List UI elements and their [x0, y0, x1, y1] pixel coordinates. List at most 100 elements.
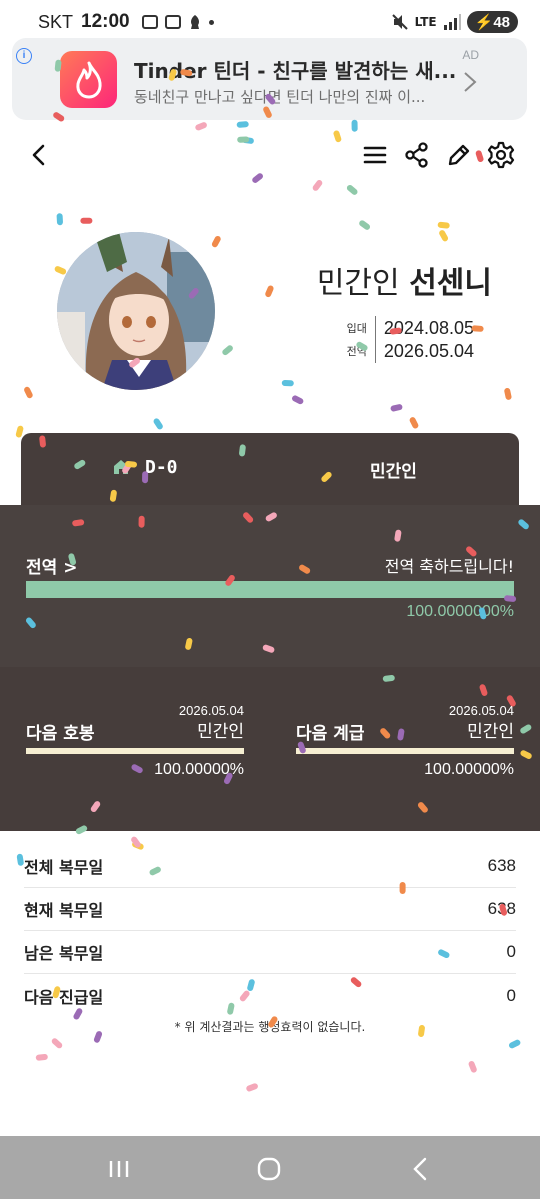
- stat-label: 남은 복무일: [24, 944, 104, 963]
- screenshot-notification-icon: [164, 15, 181, 29]
- confetti-piece: [475, 150, 484, 163]
- confetti-piece: [346, 184, 358, 195]
- stat-value: 638: [487, 899, 516, 918]
- stat-label: 현재 복무일: [24, 901, 104, 920]
- navigation-bar: [0, 1136, 540, 1199]
- ad-info-icon[interactable]: i: [16, 48, 32, 64]
- menu-icon[interactable]: [360, 140, 390, 170]
- home-circle-icon[interactable]: [256, 1156, 282, 1182]
- discharge-progress-fill: [26, 581, 514, 598]
- confetti-piece: [292, 395, 304, 405]
- system-icons: LTE ⚡48: [391, 11, 518, 33]
- share-icon[interactable]: [402, 140, 432, 170]
- ad-tag: AD: [462, 48, 479, 62]
- next-rank-rank: 민간인: [467, 722, 514, 742]
- stat-label: 다음 진급일: [24, 987, 104, 1007]
- next-rank-progress-fill: [296, 748, 514, 754]
- stat-row-remaining-days: 남은 복무일 0: [24, 931, 516, 974]
- next-pay-rank: 민간인: [197, 722, 244, 742]
- gear-icon[interactable]: [486, 140, 516, 170]
- next-pay-date: 2026.05.04: [178, 703, 244, 718]
- back-icon[interactable]: [408, 1156, 434, 1182]
- next-pay-progress-bar: [26, 748, 244, 754]
- ad-description[interactable]: 동네친구 만나고 싶다면 틴더 나만의 진짜 이...: [134, 86, 425, 107]
- confetti-piece: [312, 180, 323, 191]
- enlist-label: 입대: [346, 322, 367, 335]
- avatar[interactable]: [57, 232, 215, 390]
- confetti-piece: [51, 1038, 63, 1049]
- confetti-piece: [390, 404, 403, 412]
- dday-count: D-0: [145, 457, 178, 478]
- discharge-link[interactable]: 전역 >: [26, 553, 77, 578]
- gallery-notification-icon: [141, 15, 158, 29]
- confetti-piece: [236, 121, 249, 128]
- profile-name: 민간인 선센니: [317, 258, 492, 302]
- stat-value: 0: [506, 942, 516, 961]
- confetti-piece: [237, 136, 250, 143]
- current-rank: 민간인: [370, 462, 417, 482]
- avatar-image: [57, 232, 215, 390]
- confetti-piece: [252, 173, 263, 183]
- next-pay-title: 다음 호봉: [26, 724, 95, 744]
- confetti-piece: [351, 119, 358, 132]
- stat-value: 0: [506, 985, 516, 1005]
- stat-value: 638: [487, 856, 516, 875]
- confetti-piece: [153, 418, 163, 430]
- confetti-piece: [333, 130, 342, 143]
- battery-indicator: ⚡48: [466, 11, 518, 33]
- profile-rank-prefix: 민간인: [316, 266, 400, 301]
- clock: 12:00: [81, 11, 130, 32]
- confetti-piece: [24, 386, 33, 399]
- carrier-label: SKT: [38, 11, 74, 32]
- next-rank-title: 다음 계급: [296, 724, 365, 744]
- next-rank-percent: 100.00000%: [424, 761, 514, 778]
- disclaimer-note: * 위 계산결과는 행정효력이 없습니다.: [174, 1020, 366, 1034]
- promotion-panel: 2026.05.04 다음 호봉 민간인 100.00000% 2026.05.…: [0, 667, 540, 831]
- discharge-date-row: 전역 2026.05.04: [347, 339, 474, 363]
- confetti-piece: [241, 136, 254, 144]
- confetti-piece: [468, 1061, 477, 1073]
- confetti-piece: [439, 230, 449, 242]
- discharge-message: 전역 축하드립니다!: [384, 557, 514, 576]
- pencil-icon[interactable]: [444, 140, 474, 170]
- confetti-piece: [35, 1053, 48, 1061]
- recent-apps-icon[interactable]: [106, 1156, 132, 1182]
- stat-row-next-promotion: 다음 진급일 0: [24, 974, 516, 1017]
- ad-title[interactable]: Tinder 틴더 - 친구를 발견하는 새...: [134, 55, 456, 84]
- confetti-piece: [56, 213, 63, 226]
- app-notification-icon: [190, 15, 199, 29]
- stat-row-total-days: 전체 복무일 638: [24, 845, 516, 888]
- divider: [374, 316, 376, 340]
- divider: [374, 339, 376, 363]
- confetti-piece: [409, 417, 419, 429]
- discharge-label: 전역: [346, 345, 367, 358]
- tinder-logo-icon: [60, 51, 117, 108]
- more-notifications-dot: [208, 19, 214, 25]
- stat-label: 전체 복무일: [24, 858, 104, 877]
- ad-banner[interactable]: i Tinder 틴더 - 친구를 발견하는 새... 동네친구 만나고 싶다면…: [12, 38, 527, 120]
- confetti-piece: [509, 1039, 521, 1049]
- confetti-piece: [504, 387, 512, 400]
- ad-chevron-right-icon[interactable]: [463, 71, 477, 93]
- network-type: LTE: [414, 15, 437, 29]
- enlist-date: 2024.08.05: [383, 317, 474, 338]
- signal-icon: [443, 14, 461, 30]
- confetti-piece: [359, 220, 371, 230]
- confetti-piece: [222, 345, 233, 356]
- service-stats-list: 전체 복무일 638 현재 복무일 638 남은 복무일 0 다음 진급일 0: [24, 845, 516, 1017]
- confetti-piece: [211, 235, 221, 248]
- enlist-date-row: 입대 2024.08.05: [347, 316, 474, 340]
- next-rank: 2026.05.04 다음 계급 민간인 100.00000%: [296, 703, 514, 813]
- confetti-piece: [195, 122, 207, 131]
- next-pay-percent: 100.00000%: [154, 761, 244, 778]
- dday-card: D-0 민간인: [21, 433, 519, 505]
- discharge-progress-panel: 전역 > 전역 축하드립니다! 100.0000000%: [0, 505, 540, 667]
- stat-row-current-days: 현재 복무일 638: [24, 888, 516, 931]
- profile-user-name: 선센니: [409, 266, 492, 301]
- confetti-piece: [246, 1083, 258, 1092]
- discharge-date: 2026.05.04: [383, 340, 474, 361]
- back-chevron-icon[interactable]: [24, 140, 54, 170]
- next-rank-progress-bar: [296, 748, 514, 754]
- mute-icon: [391, 14, 408, 30]
- confetti-piece: [80, 217, 93, 224]
